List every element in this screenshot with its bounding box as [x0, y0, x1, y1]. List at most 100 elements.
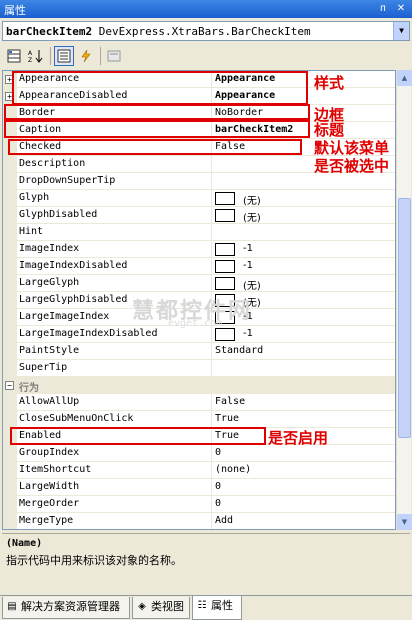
- property-row[interactable]: SuperTip: [3, 360, 395, 377]
- property-name: MergeOrder: [19, 498, 80, 509]
- row-gutter: [3, 207, 17, 224]
- row-gutter: [3, 326, 17, 343]
- pin-icon[interactable]: ᴨ: [376, 2, 390, 16]
- class-view-icon: ◈: [138, 601, 146, 612]
- row-gutter: [3, 513, 17, 529]
- property-row[interactable]: ItemShortcut (none): [3, 462, 395, 479]
- scroll-down-icon[interactable]: ▼: [397, 514, 412, 530]
- image-swatch: [215, 209, 235, 222]
- alphabetical-button[interactable]: AZ: [26, 46, 46, 66]
- tab-label: 类视图: [151, 600, 184, 613]
- row-gutter: [3, 309, 17, 326]
- property-value[interactable]: (无): [243, 192, 261, 207]
- collapse-icon[interactable]: −: [5, 381, 14, 390]
- property-name: PaintStyle: [19, 345, 80, 356]
- property-value[interactable]: (无): [243, 209, 261, 224]
- property-row[interactable]: LargeGlyph (无): [3, 275, 395, 292]
- events-button[interactable]: [76, 46, 96, 66]
- column-divider: [211, 394, 212, 411]
- property-row[interactable]: Glyph (无): [3, 190, 395, 207]
- property-name: Hint: [19, 226, 44, 237]
- az-sort-icon: AZ: [28, 50, 43, 64]
- property-name: LargeGlyph: [19, 277, 80, 288]
- property-name: SuperTip: [19, 362, 68, 373]
- property-pages-icon: [107, 50, 121, 62]
- property-row[interactable]: PaintStyle Standard: [3, 343, 395, 360]
- property-value[interactable]: (none): [215, 464, 251, 475]
- category-row-behavior[interactable]: − 行为: [3, 377, 395, 394]
- svg-text:A: A: [28, 50, 33, 57]
- property-value[interactable]: Standard: [215, 345, 263, 356]
- annotation-label-style: 样式: [314, 74, 345, 92]
- column-divider: [211, 241, 212, 258]
- row-gutter: [3, 462, 17, 479]
- property-row[interactable]: ImageIndexDisabled -1: [3, 258, 395, 275]
- property-name: CloseSubMenuOnClick: [19, 413, 134, 424]
- column-divider: [211, 173, 212, 190]
- property-name: Description: [19, 158, 86, 169]
- row-gutter: [3, 190, 17, 207]
- property-row[interactable]: AllowAllUp False: [3, 394, 395, 411]
- property-value[interactable]: False: [215, 396, 245, 407]
- property-value[interactable]: -1: [243, 260, 253, 271]
- row-gutter: [3, 241, 17, 258]
- annotation-label-checked-2: 是否被选中: [314, 157, 390, 175]
- watermark-subtext: evget.com: [168, 318, 223, 329]
- column-divider: [211, 207, 212, 224]
- property-row[interactable]: LargeWidth 0: [3, 479, 395, 496]
- property-row[interactable]: CloseSubMenuOnClick True: [3, 411, 395, 428]
- object-selector[interactable]: barCheckItem2 DevExpress.XtraBars.BarChe…: [2, 21, 410, 41]
- property-value[interactable]: -1: [243, 243, 253, 254]
- property-name: AllowAllUp: [19, 396, 80, 407]
- window-title: 属性: [4, 4, 26, 17]
- property-name: LargeImageIndexDisabled: [19, 328, 158, 339]
- property-row[interactable]: GroupIndex 0: [3, 445, 395, 462]
- categorized-button[interactable]: [4, 46, 24, 66]
- property-value[interactable]: -1: [243, 328, 253, 339]
- property-row[interactable]: MergeOrder 0: [3, 496, 395, 513]
- object-selector-text: barCheckItem2 DevExpress.XtraBars.BarChe…: [6, 25, 311, 38]
- column-divider: [211, 224, 212, 241]
- column-divider: [211, 411, 212, 428]
- column-divider: [211, 190, 212, 207]
- image-swatch: [215, 192, 235, 205]
- properties-icon: ☷: [197, 600, 207, 611]
- properties-button[interactable]: [54, 46, 74, 66]
- image-swatch: [215, 277, 235, 290]
- category-name: 行为: [19, 383, 39, 394]
- scrollbar-thumb[interactable]: [398, 198, 411, 438]
- property-toolbar: AZ: [0, 43, 412, 69]
- object-type: DevExpress.XtraBars.BarCheckItem: [92, 25, 311, 38]
- lightning-icon: [81, 49, 91, 63]
- row-gutter: [3, 496, 17, 513]
- svg-text:Z: Z: [28, 57, 32, 63]
- tab-class-view[interactable]: ◈ 类视图: [132, 597, 190, 619]
- property-value[interactable]: 0: [215, 447, 221, 458]
- close-icon[interactable]: ✕: [394, 2, 408, 16]
- property-row[interactable]: ImageIndex -1: [3, 241, 395, 258]
- property-pages-button[interactable]: [104, 46, 124, 66]
- tab-properties[interactable]: ☷ 属性: [192, 596, 242, 620]
- property-value[interactable]: 0: [215, 481, 221, 492]
- property-value[interactable]: 0: [215, 498, 221, 509]
- tab-solution-explorer[interactable]: ▤ 解决方案资源管理器: [2, 597, 130, 619]
- property-value[interactable]: True: [215, 413, 239, 424]
- vertical-scrollbar[interactable]: ▲ ▼: [396, 70, 412, 530]
- property-row[interactable]: Hint: [3, 224, 395, 241]
- property-name: MergeType: [19, 515, 74, 526]
- property-row[interactable]: GlyphDisabled (无): [3, 207, 395, 224]
- scroll-up-icon[interactable]: ▲: [397, 70, 412, 86]
- row-gutter: [3, 479, 17, 496]
- property-value[interactable]: Add: [215, 515, 233, 526]
- row-gutter: [3, 275, 17, 292]
- property-value[interactable]: (无): [243, 277, 261, 292]
- property-row[interactable]: MergeType Add: [3, 513, 395, 529]
- image-swatch: [215, 260, 235, 273]
- chevron-down-icon[interactable]: ▼: [393, 22, 409, 40]
- property-name: DropDownSuperTip: [19, 175, 116, 186]
- image-swatch: [215, 328, 235, 341]
- image-swatch: [215, 243, 235, 256]
- solution-explorer-icon: ▤: [7, 601, 17, 612]
- row-gutter: [3, 224, 17, 241]
- column-divider: [211, 343, 212, 360]
